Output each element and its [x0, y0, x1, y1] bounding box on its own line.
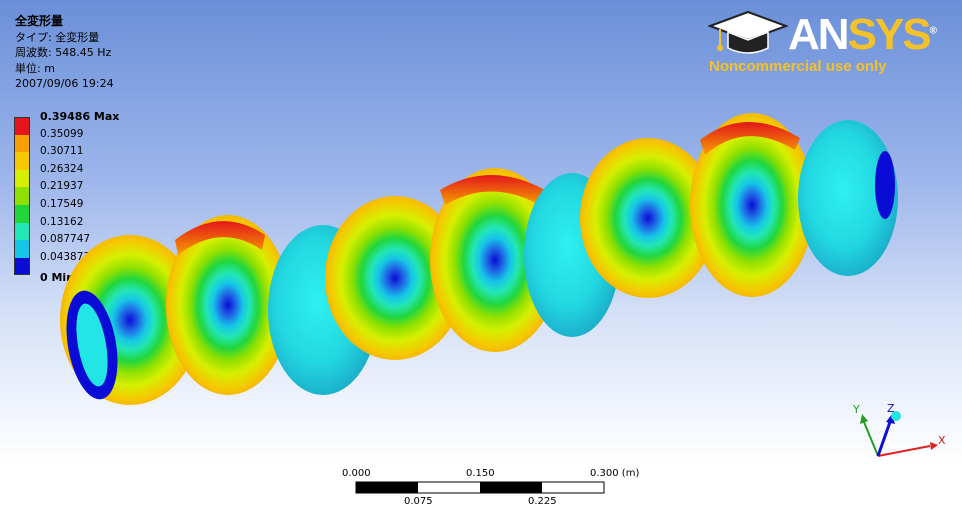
- axis-triad[interactable]: X Y Z: [840, 396, 950, 466]
- model-segment: [875, 151, 895, 219]
- z-axis-line: [876, 421, 892, 457]
- scale-label: 0.150: [466, 468, 495, 479]
- y-label: Y: [852, 403, 860, 416]
- x-axis-line: [877, 445, 931, 457]
- model-viewport[interactable]: [0, 0, 962, 526]
- y-axis-line: [863, 421, 879, 457]
- deformed-model[interactable]: [59, 113, 898, 405]
- scale-ruler: [355, 481, 605, 494]
- scale-bar: 0.000 0.150 0.300 (m) 0.075 0.225: [340, 468, 640, 518]
- y-arrow-icon: [860, 414, 868, 424]
- z-label: Z: [887, 402, 895, 415]
- scale-label: 0.225: [528, 496, 557, 507]
- x-label: X: [938, 434, 946, 447]
- scale-label: 0.000: [342, 468, 371, 479]
- x-arrow-icon: [930, 442, 938, 450]
- scale-label: 0.300 (m): [590, 468, 640, 479]
- scale-label: 0.075: [404, 496, 433, 507]
